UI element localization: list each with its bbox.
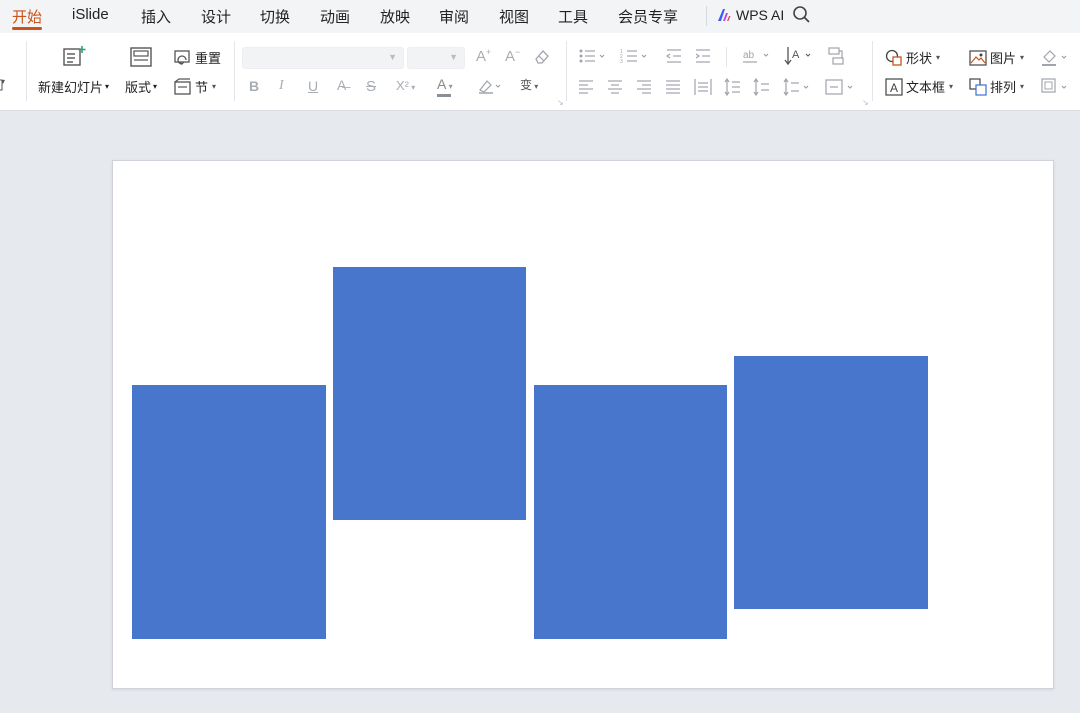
new-slide-button[interactable]: 新建幻灯片 ▾ <box>38 45 109 96</box>
text-align-vertical-icon[interactable] <box>825 78 857 96</box>
shape-label: 形状 <box>906 52 933 67</box>
decrease-indent-icon[interactable] <box>665 48 683 64</box>
tab-animation[interactable]: 动画 <box>320 6 350 27</box>
font-color-label: A <box>437 76 447 92</box>
picture-icon <box>969 49 987 66</box>
highlight-icon[interactable] <box>478 78 502 94</box>
layout-button[interactable]: 版式 ▾ <box>125 45 157 96</box>
tab-design[interactable]: 设计 <box>201 6 231 27</box>
slide-canvas[interactable] <box>112 160 1054 689</box>
new-slide-label: 新建幻灯片 <box>38 81 104 96</box>
tab-view[interactable]: 视图 <box>499 6 529 27</box>
section-button[interactable]: 节 ▾ <box>174 77 216 96</box>
reset-button[interactable]: 重置 <box>174 48 221 67</box>
shadow-text-button[interactable]: S <box>366 78 376 95</box>
font-name-select[interactable]: ▼ <box>242 47 404 69</box>
slide-workspace <box>0 112 1080 713</box>
phonetic-guide-icon[interactable]: 变 ▾ <box>520 76 538 93</box>
shape-button[interactable]: 形状 ▾ <box>885 48 940 67</box>
arrange-icon <box>969 77 987 96</box>
arrange-button[interactable]: 排列 ▾ <box>969 77 1024 96</box>
chevron-down-icon: ▼ <box>388 52 397 62</box>
tab-tools[interactable]: 工具 <box>558 6 588 27</box>
wps-ai-icon <box>718 9 731 21</box>
decrease-font-icon[interactable]: A− <box>505 47 520 65</box>
menu-bar: 开始 iSlide 插入 设计 切换 动画 放映 审阅 视图 工具 会员专享 W… <box>0 0 1080 33</box>
new-slide-icon <box>62 46 86 66</box>
italic-button[interactable]: I <box>279 78 284 94</box>
bold-button[interactable]: B <box>249 78 259 94</box>
tab-transition[interactable]: 切换 <box>260 6 290 27</box>
strikethrough-icon[interactable]: A̶ <box>337 77 346 93</box>
increase-indent-icon[interactable] <box>694 48 712 64</box>
svg-text:3: 3 <box>620 59 623 64</box>
toolbar-divider <box>234 41 235 101</box>
rectangle-shape[interactable] <box>333 267 526 520</box>
toolbar-divider <box>26 41 27 101</box>
paragraph-spacing-icon[interactable] <box>752 78 770 96</box>
section-icon <box>174 77 191 95</box>
numbering-icon[interactable]: 123 <box>620 48 650 64</box>
picture-button[interactable]: 图片 ▾ <box>969 48 1024 67</box>
layout-label: 版式 <box>125 81 152 96</box>
text-direction-icon[interactable]: ab <box>742 47 772 65</box>
menu-divider <box>706 6 707 26</box>
shapes-icon <box>885 49 902 66</box>
rectangle-shape[interactable] <box>534 385 727 639</box>
superscript-button[interactable]: X² ▾ <box>396 78 415 93</box>
textbox-button[interactable]: A 文本框 ▾ <box>885 77 953 96</box>
distribute-text-icon[interactable] <box>694 78 712 96</box>
chevron-down-icon: ▼ <box>449 52 458 62</box>
tab-review[interactable]: 审阅 <box>439 6 469 27</box>
wps-ai-button[interactable]: WPS AI <box>716 5 784 25</box>
superscript-label: X² <box>396 78 409 93</box>
align-center-icon[interactable] <box>607 79 623 95</box>
align-left-icon[interactable] <box>578 79 594 95</box>
arrange-label: 排列 <box>990 81 1017 96</box>
tab-insert[interactable]: 插入 <box>141 6 171 27</box>
align-right-icon[interactable] <box>636 79 652 95</box>
textbox-label: 文本框 <box>906 81 946 96</box>
ribbon-toolbar: ▾ 新建幻灯片 ▾ 版式 ▾ 重置 节 ▾ ▼ ▼ A+ A− B I U A̶… <box>0 33 1080 111</box>
svg-text:A: A <box>890 81 898 95</box>
tab-islide[interactable]: iSlide <box>72 6 109 23</box>
font-color-button[interactable]: A ▾ <box>437 76 453 97</box>
sort-icon[interactable]: A <box>784 45 814 67</box>
reset-label: 重置 <box>195 52 222 67</box>
fill-color-icon[interactable] <box>1040 47 1076 67</box>
section-label: 节 <box>195 81 209 96</box>
reset-icon <box>174 49 190 65</box>
layout-icon <box>130 47 152 67</box>
tab-member[interactable]: 会员专享 <box>618 6 678 27</box>
svg-text:A: A <box>792 49 800 61</box>
picture-label: 图片 <box>990 52 1017 67</box>
font-size-select[interactable]: ▼ <box>407 47 465 69</box>
underline-button[interactable]: U <box>308 78 318 94</box>
search-icon <box>793 6 810 23</box>
toolbar-divider <box>872 41 873 101</box>
paragraph-dialog-launcher-icon[interactable]: ↘ <box>862 98 869 107</box>
spacing-options-icon[interactable] <box>782 78 812 96</box>
font-color-swatch <box>437 94 451 97</box>
increase-font-icon[interactable]: A+ <box>476 47 491 65</box>
toolbar-divider <box>566 41 567 101</box>
outline-color-icon[interactable] <box>1040 77 1076 97</box>
tab-home[interactable]: 开始 <box>12 6 42 27</box>
svg-text:ab: ab <box>743 50 755 61</box>
clipped-icon <box>0 79 3 91</box>
toolbar-divider <box>726 47 727 67</box>
wps-ai-label: WPS AI <box>736 7 785 23</box>
convert-to-smartart-icon[interactable] <box>827 46 845 66</box>
rectangle-shape[interactable] <box>734 356 928 609</box>
clear-format-icon[interactable] <box>533 47 551 65</box>
search-button[interactable] <box>792 5 812 30</box>
rectangle-shape[interactable] <box>132 385 326 639</box>
font-dialog-launcher-icon[interactable]: ↘ <box>557 98 564 107</box>
textbox-icon: A <box>885 77 903 96</box>
line-spacing-icon[interactable] <box>723 78 741 96</box>
active-tab-indicator <box>12 27 42 30</box>
tab-slideshow[interactable]: 放映 <box>380 6 410 27</box>
justify-icon[interactable] <box>665 79 681 95</box>
bullets-icon[interactable] <box>578 48 608 64</box>
